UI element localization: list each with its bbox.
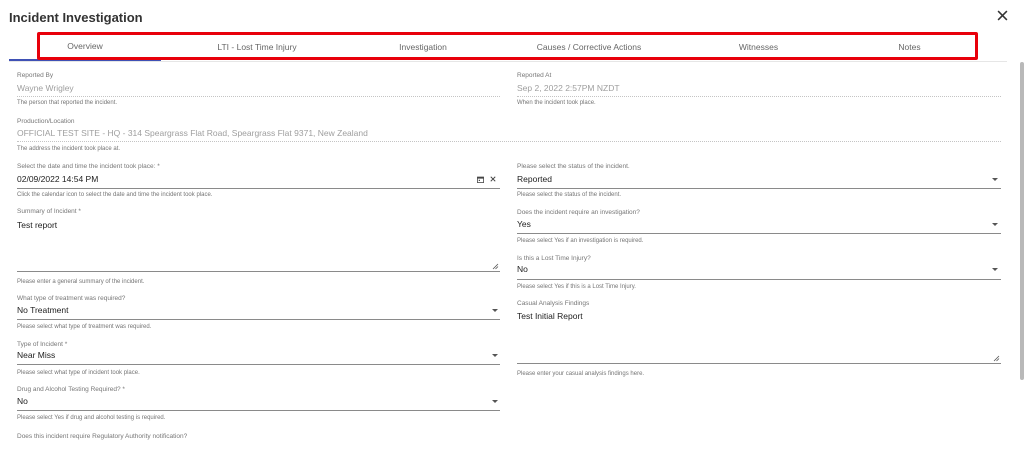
requires-investigation-select[interactable]: Yes bbox=[517, 217, 1001, 233]
tab-lti[interactable]: LTI - Lost Time Injury bbox=[161, 33, 353, 61]
treatment-value: No Treatment bbox=[17, 305, 69, 315]
calendar-icon[interactable] bbox=[476, 175, 484, 183]
requires-investigation-hint: Please select Yes if an investigation is… bbox=[517, 238, 644, 244]
drug-alcohol-hint: Please select Yes if drug and alcohol te… bbox=[17, 415, 166, 421]
chevron-down-icon bbox=[492, 309, 498, 312]
reported-at-label: Reported At bbox=[517, 72, 552, 79]
chevron-down-icon bbox=[992, 178, 998, 181]
chevron-down-icon bbox=[492, 354, 498, 357]
tab-overview[interactable]: Overview bbox=[9, 33, 161, 61]
lost-time-injury-hint: Please select Yes if this is a Lost Time… bbox=[517, 284, 636, 290]
requires-investigation-underline bbox=[517, 233, 1001, 234]
status-hint: Please select the status of the incident… bbox=[517, 192, 622, 198]
reported-at-underline bbox=[517, 96, 1001, 97]
incident-type-label: Type of Incident * bbox=[17, 341, 68, 348]
status-value: Reported bbox=[517, 174, 552, 184]
casual-analysis-underline bbox=[517, 363, 1001, 364]
status-underline bbox=[517, 188, 1001, 189]
reported-at-hint: When the incident took place. bbox=[517, 100, 596, 106]
summary-underline bbox=[17, 271, 500, 272]
casual-analysis-hint: Please enter your casual analysis findin… bbox=[517, 371, 645, 377]
drug-alcohol-select[interactable]: No bbox=[17, 394, 500, 410]
incident-type-select[interactable]: Near Miss bbox=[17, 348, 500, 364]
production-location-value: OFFICIAL TEST SITE - HQ - 314 Speargrass… bbox=[17, 128, 368, 138]
drug-alcohol-value: No bbox=[17, 396, 28, 406]
summary-label: Summary of Incident * bbox=[17, 208, 81, 215]
regulatory-label: Does this incident require Regulatory Au… bbox=[17, 433, 188, 440]
lost-time-injury-label: Is this a Lost Time Injury? bbox=[517, 255, 591, 262]
tab-bar: Overview LTI - Lost Time Injury Investig… bbox=[9, 33, 1007, 62]
incident-type-underline bbox=[17, 364, 500, 365]
resize-handle-icon[interactable] bbox=[993, 355, 1000, 362]
dialog-title: Incident Investigation bbox=[9, 10, 143, 25]
lost-time-injury-select[interactable]: No bbox=[517, 262, 1001, 278]
casual-analysis-textarea[interactable]: Test Initial Report bbox=[517, 309, 1001, 363]
incident-datetime-hint: Click the calendar icon to select the da… bbox=[17, 192, 213, 198]
summary-value: Test report bbox=[17, 220, 58, 230]
drug-alcohol-underline bbox=[17, 410, 500, 411]
tab-notes[interactable]: Notes bbox=[832, 33, 987, 61]
chevron-down-icon bbox=[992, 268, 998, 271]
production-location-underline bbox=[17, 141, 1001, 142]
resize-handle-icon[interactable] bbox=[492, 263, 499, 270]
reported-by-underline bbox=[17, 96, 500, 97]
incident-datetime-label: Select the date and time the incident to… bbox=[17, 163, 160, 170]
status-label: Please select the status of the incident… bbox=[517, 163, 630, 170]
reported-by-label: Reported By bbox=[17, 72, 54, 79]
tab-witnesses[interactable]: Witnesses bbox=[685, 33, 832, 61]
tab-causes-corrective-actions[interactable]: Causes / Corrective Actions bbox=[493, 33, 685, 61]
treatment-underline bbox=[17, 319, 500, 320]
production-location-label: Production/Location bbox=[17, 118, 75, 125]
treatment-select[interactable]: No Treatment bbox=[17, 303, 500, 319]
close-icon bbox=[997, 10, 1007, 20]
treatment-label: What type of treatment was required? bbox=[17, 295, 126, 302]
incident-datetime-input[interactable]: 02/09/2022 14:54 PM bbox=[17, 172, 472, 188]
reported-at-value: Sep 2, 2022 2:57PM NZDT bbox=[517, 83, 620, 93]
clear-date-icon[interactable] bbox=[489, 175, 497, 183]
incident-type-hint: Please select what type of incident took… bbox=[17, 370, 140, 376]
chevron-down-icon bbox=[492, 400, 498, 403]
incident-type-value: Near Miss bbox=[17, 350, 56, 360]
incident-datetime-value: 02/09/2022 14:54 PM bbox=[17, 174, 99, 184]
production-location-hint: The address the incident took place at. bbox=[17, 146, 121, 152]
scrollbar[interactable] bbox=[1020, 62, 1024, 380]
lost-time-injury-value: No bbox=[517, 264, 528, 274]
reported-by-value: Wayne Wrigley bbox=[17, 83, 74, 93]
requires-investigation-value: Yes bbox=[517, 219, 531, 229]
requires-investigation-label: Does the incident require an investigati… bbox=[517, 209, 640, 216]
close-button[interactable] bbox=[994, 7, 1010, 23]
summary-textarea[interactable]: Test report bbox=[17, 218, 500, 270]
casual-analysis-label: Casual Analysis Findings bbox=[517, 300, 590, 307]
drug-alcohol-label: Drug and Alcohol Testing Required? * bbox=[17, 386, 125, 393]
incident-datetime-underline bbox=[17, 188, 500, 189]
casual-analysis-value: Test Initial Report bbox=[517, 311, 583, 321]
summary-hint: Please enter a general summary of the in… bbox=[17, 279, 145, 285]
reported-by-hint: The person that reported the incident. bbox=[17, 100, 118, 106]
treatment-hint: Please select what type of treatment was… bbox=[17, 324, 152, 330]
status-select[interactable]: Reported bbox=[517, 172, 1001, 188]
chevron-down-icon bbox=[992, 223, 998, 226]
tab-investigation[interactable]: Investigation bbox=[353, 33, 493, 61]
lost-time-injury-underline bbox=[517, 279, 1001, 280]
